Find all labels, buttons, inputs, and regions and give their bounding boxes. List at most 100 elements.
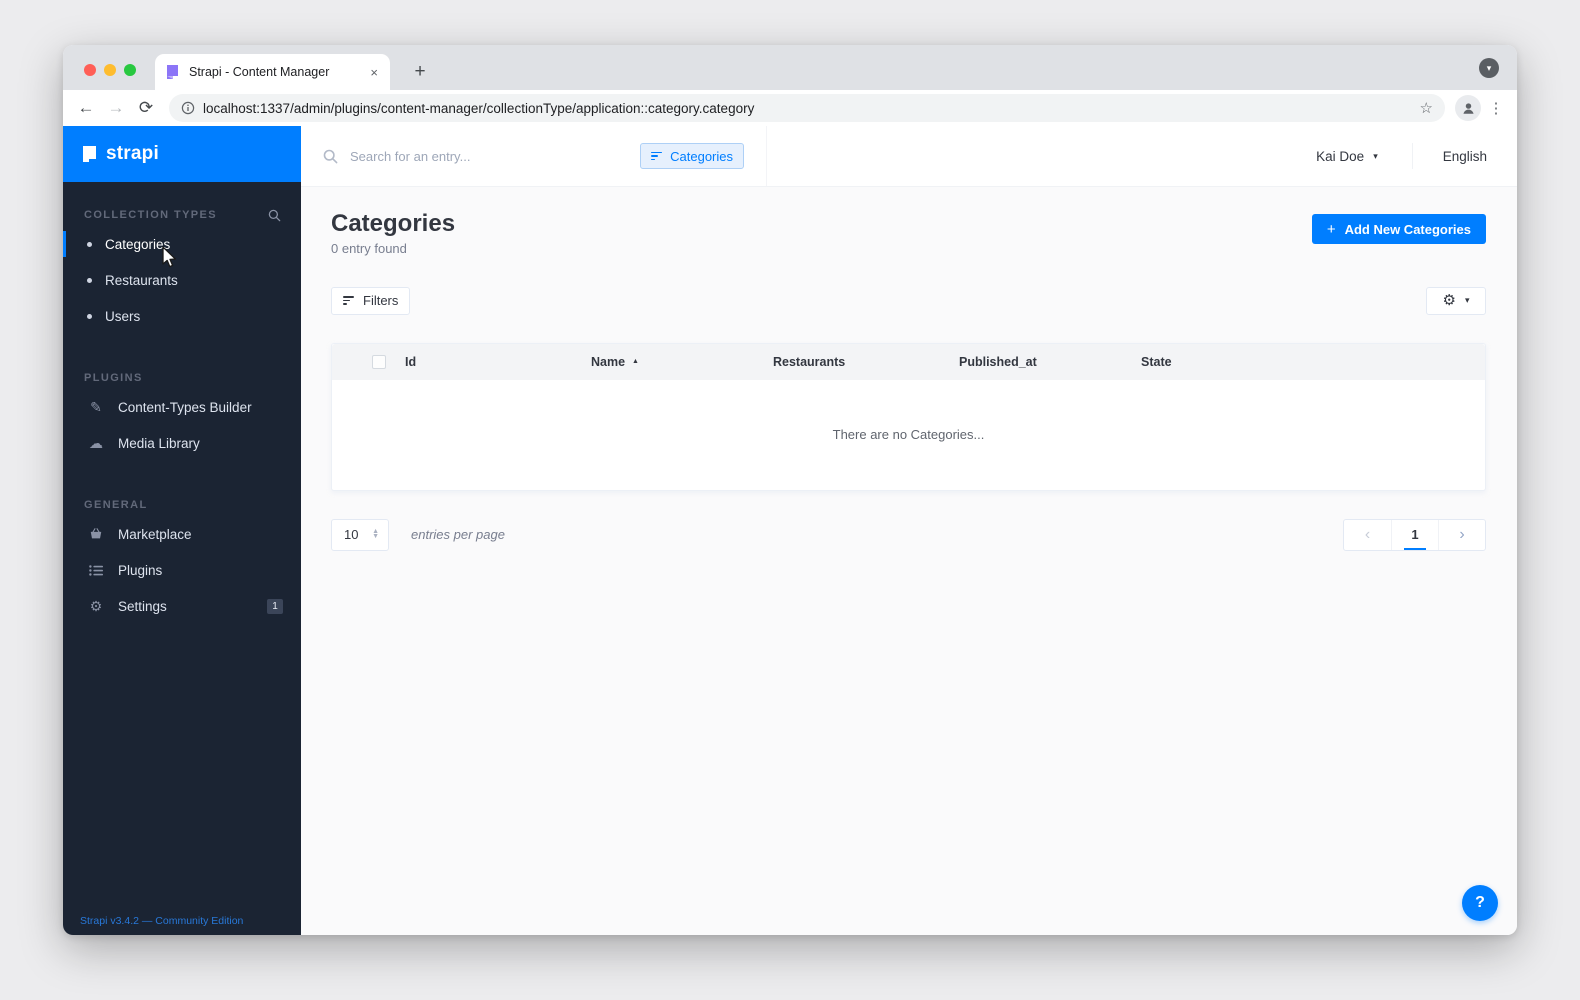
- entry-count: 0 entry found: [331, 240, 407, 256]
- user-name: Kai Doe: [1316, 148, 1365, 164]
- forward-icon[interactable]: →: [103, 95, 129, 121]
- per-page-label: entries per page: [411, 527, 505, 543]
- pagination-controls: ‹ 1 ›: [1343, 518, 1486, 551]
- collection-filter-chip[interactable]: Categories: [640, 143, 744, 169]
- strapi-logo-text: strapi: [106, 143, 159, 164]
- previous-page-button[interactable]: ‹: [1344, 520, 1391, 550]
- sidebar-item-media-library[interactable]: ☁ Media Library: [63, 425, 301, 461]
- page-title: Categories: [331, 210, 456, 237]
- sidebar-item-categories[interactable]: Categories: [63, 226, 301, 262]
- maximize-window-button[interactable]: [124, 64, 136, 76]
- plus-icon: +: [1326, 220, 1336, 238]
- strapi-logo-icon: [83, 146, 96, 162]
- tab-close-icon[interactable]: ×: [368, 65, 380, 80]
- sidebar-section-general: GENERAL Marketplace Plugins ⚙ Settings 1: [63, 494, 301, 624]
- add-button-label: Add New Categories: [1344, 221, 1471, 237]
- section-title: GENERAL: [84, 499, 148, 511]
- stepper-icon[interactable]: ▲ ▼: [372, 528, 379, 539]
- strapi-favicon: [167, 65, 178, 79]
- sidebar-item-plugins[interactable]: Plugins: [63, 552, 301, 588]
- section-title: COLLECTION TYPES: [84, 209, 218, 221]
- tab-title: Strapi - Content Manager: [189, 65, 330, 79]
- browser-menu-icon[interactable]: ⋮: [1485, 99, 1507, 117]
- per-page-value: 10: [344, 527, 359, 543]
- bullet-icon: [87, 241, 92, 247]
- browser-toolbar: ← → ⟳ localhost:1337/admin/plugins/conte…: [63, 90, 1517, 126]
- column-header-restaurants[interactable]: Restaurants: [773, 355, 959, 369]
- bookmark-star-icon[interactable]: ☆: [1420, 99, 1433, 117]
- add-new-categories-button[interactable]: + Add New Categories: [1311, 214, 1486, 244]
- paintbrush-icon: ✎: [90, 398, 102, 415]
- entries-per-page-select[interactable]: 10 ▲ ▼: [331, 518, 389, 551]
- url-text: localhost:1337/admin/plugins/content-man…: [203, 100, 755, 116]
- sidebar-section-plugins: PLUGINS ✎ Content-Types Builder ☁ Media …: [63, 367, 301, 461]
- empty-state-message: There are no Categories...: [832, 427, 985, 443]
- basket-icon: [87, 527, 105, 541]
- column-header-state[interactable]: State: [1141, 355, 1485, 369]
- browser-tab-strip: Strapi - Content Manager × + ▾: [63, 45, 1517, 90]
- sidebar-item-label: Settings: [118, 598, 167, 614]
- sidebar-item-label: Users: [105, 308, 141, 324]
- person-icon: [1462, 102, 1474, 114]
- version-footer-link[interactable]: Strapi v3.4.2 — Community Edition: [80, 915, 243, 927]
- entry-search-zone: Categories: [301, 126, 767, 186]
- chevron-down-icon: ▾: [1373, 150, 1378, 161]
- browser-profile-chevron-icon[interactable]: ▾: [1479, 58, 1499, 78]
- browser-tab[interactable]: Strapi - Content Manager ×: [155, 54, 390, 90]
- page-content: Categories 0 entry found + Add New Categ…: [301, 187, 1517, 935]
- browser-user-avatar[interactable]: [1455, 95, 1481, 121]
- select-all-cell: [332, 354, 405, 369]
- view-settings-button[interactable]: ⚙ ▾: [1426, 286, 1486, 315]
- chip-label: Categories: [670, 148, 733, 164]
- pagination-row: 10 ▲ ▼ entries per page ‹ 1 ›: [331, 518, 1486, 551]
- sidebar-item-content-types-builder[interactable]: ✎ Content-Types Builder: [63, 389, 301, 425]
- gear-icon: ⚙: [89, 597, 103, 614]
- strapi-logo[interactable]: strapi: [63, 126, 301, 182]
- table-body: There are no Categories...: [332, 379, 1485, 490]
- sidebar-item-label: Marketplace: [118, 526, 192, 542]
- bullet-icon: [87, 277, 92, 283]
- back-icon[interactable]: ←: [73, 95, 99, 121]
- table-header-row: Id Name ▲ Restaurants Published_at State: [332, 343, 1485, 380]
- search-collection-types-icon[interactable]: [268, 209, 281, 222]
- app-header: Categories Kai Doe ▾ English: [301, 126, 1517, 187]
- column-header-published-at[interactable]: Published_at: [959, 355, 1141, 369]
- search-input[interactable]: [350, 148, 629, 164]
- select-all-checkbox[interactable]: [372, 354, 386, 369]
- page-number-1[interactable]: 1: [1391, 519, 1438, 550]
- new-tab-button[interactable]: +: [406, 58, 434, 86]
- sidebar-item-label: Media Library: [118, 435, 200, 451]
- sort-asc-icon: ▲: [632, 358, 639, 366]
- gear-icon: ⚙: [1442, 292, 1456, 310]
- page-title-block: Categories 0 entry found: [331, 210, 455, 256]
- sidebar-item-marketplace[interactable]: Marketplace: [63, 516, 301, 552]
- filter-icon: [343, 296, 354, 305]
- column-header-name[interactable]: Name ▲: [591, 355, 773, 369]
- site-info-icon[interactable]: [181, 101, 195, 115]
- column-header-id[interactable]: Id: [405, 355, 591, 369]
- sidebar-item-restaurants[interactable]: Restaurants: [63, 262, 301, 298]
- filters-button[interactable]: Filters: [331, 286, 411, 315]
- search-icon: [323, 149, 338, 164]
- user-menu[interactable]: Kai Doe ▾: [1282, 149, 1412, 164]
- minimize-window-button[interactable]: [104, 64, 116, 76]
- chevron-down-icon: ▾: [1464, 295, 1470, 306]
- reload-icon[interactable]: ⟳: [133, 95, 159, 121]
- filter-icon: [651, 151, 663, 161]
- bullet-icon: [87, 313, 92, 319]
- browser-window: Strapi - Content Manager × + ▾ ← → ⟳ loc…: [63, 45, 1517, 935]
- sidebar-item-label: Plugins: [118, 562, 163, 578]
- sidebar-item-settings[interactable]: ⚙ Settings 1: [63, 588, 301, 624]
- sidebar-item-users[interactable]: Users: [63, 298, 301, 334]
- entries-table: Id Name ▲ Restaurants Published_at State…: [331, 342, 1486, 491]
- sidebar-item-label: Content-Types Builder: [118, 399, 252, 415]
- settings-badge: 1: [267, 598, 283, 614]
- address-bar[interactable]: localhost:1337/admin/plugins/content-man…: [169, 94, 1445, 122]
- close-window-button[interactable]: [84, 64, 96, 76]
- traffic-lights: [84, 64, 136, 76]
- help-button[interactable]: ?: [1462, 885, 1498, 921]
- next-page-button[interactable]: ›: [1438, 519, 1485, 550]
- language-selector[interactable]: English: [1413, 149, 1517, 164]
- filters-label: Filters: [363, 293, 399, 309]
- app-header-right: Kai Doe ▾ English: [1282, 126, 1517, 186]
